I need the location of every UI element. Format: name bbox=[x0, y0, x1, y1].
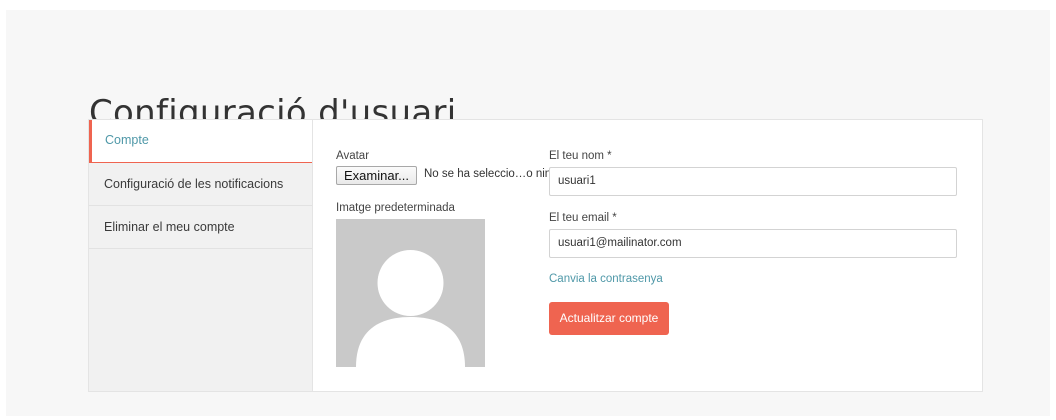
sidebar-item-notifications[interactable]: Configuració de les notificacions bbox=[89, 163, 312, 206]
email-input[interactable]: usuari1@mailinator.com bbox=[549, 229, 957, 258]
name-label: El teu nom * bbox=[549, 150, 612, 162]
user-silhouette-icon bbox=[356, 250, 465, 367]
sidebar-item-label: Compte bbox=[105, 133, 149, 147]
file-status-text: No se ha seleccio…o ningún archivo. bbox=[424, 168, 552, 180]
email-label: El teu email * bbox=[549, 212, 617, 224]
browse-file-button[interactable]: Examinar... bbox=[336, 166, 417, 185]
default-avatar-image bbox=[336, 219, 485, 367]
name-input[interactable]: usuari1 bbox=[549, 167, 957, 196]
sidebar-item-delete-account[interactable]: Eliminar el meu compte bbox=[89, 206, 312, 249]
sidebar-item-account[interactable]: Compte bbox=[89, 120, 312, 163]
sidebar-item-label: Configuració de les notificacions bbox=[104, 177, 284, 191]
sidebar-item-label: Eliminar el meu compte bbox=[104, 220, 235, 234]
default-image-label: Imatge predeterminada bbox=[336, 202, 455, 214]
change-password-link[interactable]: Canvia la contrasenya bbox=[549, 273, 663, 285]
settings-sidebar: Compte Configuració de les notificacions… bbox=[88, 119, 312, 392]
avatar-label: Avatar bbox=[336, 150, 370, 162]
update-account-button[interactable]: Actualitzar compte bbox=[549, 302, 669, 335]
